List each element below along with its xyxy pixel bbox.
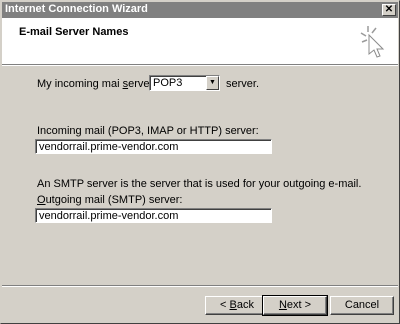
back-button[interactable]: < Back bbox=[205, 296, 269, 315]
wizard-window: Internet Connection Wizard ✕ E-mail Serv… bbox=[0, 0, 400, 324]
title-bar[interactable]: Internet Connection Wizard ✕ bbox=[2, 2, 398, 18]
close-icon: ✕ bbox=[384, 4, 394, 15]
next-button[interactable]: Next > bbox=[262, 295, 328, 316]
smtp-note: An SMTP server is the server that is use… bbox=[37, 178, 362, 190]
outgoing-server-field[interactable] bbox=[35, 208, 272, 223]
outgoing-server-label: Outgoing mail (SMTP) server: bbox=[37, 194, 183, 206]
close-button[interactable]: ✕ bbox=[382, 4, 396, 16]
wizard-header: E-mail Server Names bbox=[2, 18, 398, 64]
server-suffix-label: server. bbox=[226, 78, 260, 90]
wizard-sparkle-icon bbox=[360, 26, 385, 58]
chevron-down-icon[interactable]: ▼ bbox=[206, 76, 219, 90]
footer-separator bbox=[2, 285, 398, 287]
cancel-button[interactable]: Cancel bbox=[330, 296, 394, 315]
incoming-server-label: Incoming mail (POP3, IMAP or HTTP) serve… bbox=[37, 125, 259, 137]
incoming-server-type-select[interactable]: POP3 ▼ bbox=[149, 75, 220, 91]
window-title: Internet Connection Wizard bbox=[5, 3, 148, 15]
incoming-server-type-value: POP3 bbox=[153, 77, 183, 89]
page-title: E-mail Server Names bbox=[19, 26, 129, 38]
incoming-server-field[interactable] bbox=[35, 139, 272, 154]
header-separator bbox=[2, 64, 398, 66]
